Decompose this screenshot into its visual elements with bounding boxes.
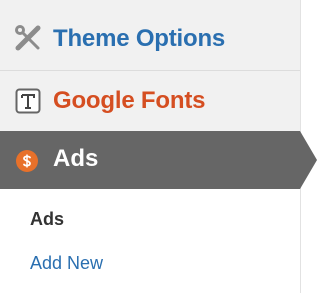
- menu-item-google-fonts[interactable]: Google Fonts: [0, 70, 300, 131]
- menu-item-theme-options[interactable]: Theme Options: [0, 8, 300, 69]
- menu-item-label: Google Fonts: [53, 87, 206, 114]
- submenu-item-add-new[interactable]: Add New: [30, 254, 103, 272]
- active-menu-background: [0, 131, 317, 189]
- menu-item-ads[interactable]: Ads: [0, 131, 317, 189]
- admin-sidebar-menu: Theme Options Google Fonts Ads Ads Add N…: [0, 0, 317, 293]
- font-T-icon: [14, 87, 42, 115]
- dollar-icon: [14, 148, 40, 174]
- submenu-item-ads[interactable]: Ads: [30, 210, 64, 228]
- menu-item-label: Ads: [53, 145, 99, 172]
- tools-icon: [14, 24, 42, 52]
- submenu-ads: Ads Add New: [0, 189, 301, 293]
- menu-item-label: Theme Options: [53, 24, 226, 52]
